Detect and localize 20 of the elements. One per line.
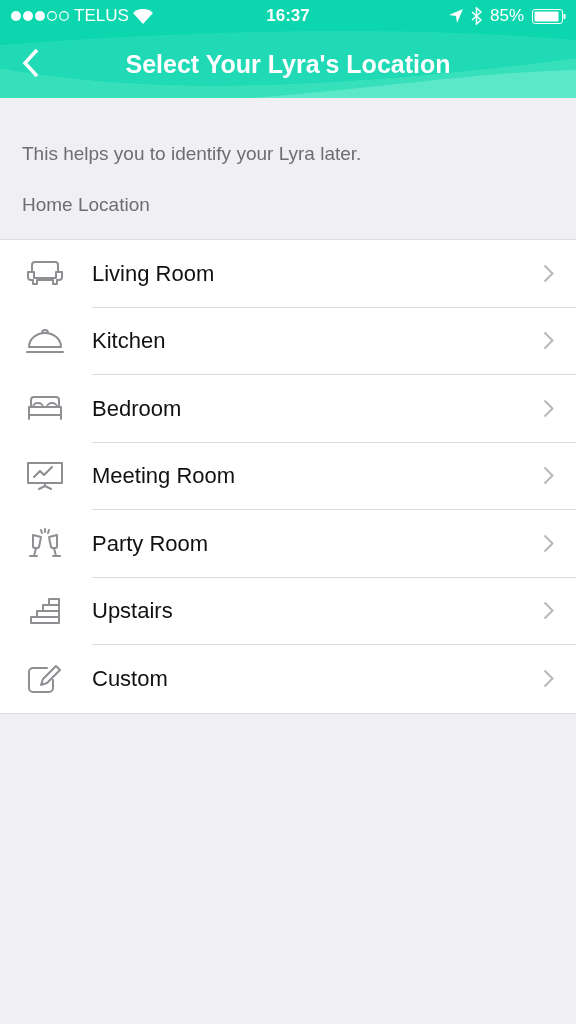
carrier-name: TELUS — [74, 5, 129, 28]
clock-time: 16:37 — [266, 5, 310, 28]
wifi-icon — [132, 8, 153, 24]
back-chevron-icon — [22, 48, 40, 78]
back-button[interactable] — [22, 48, 40, 78]
section-header: Home Location — [21, 192, 151, 217]
chevron-right-icon — [543, 263, 554, 283]
chevron-right-icon — [543, 533, 554, 553]
location-arrow-icon — [449, 9, 463, 23]
battery-percent: 85% — [490, 5, 524, 28]
intro-text: This helps you to identify your Lyra later. — [21, 142, 363, 166]
screen-title: Select Your Lyra's Location — [125, 49, 451, 81]
signal-icon — [10, 10, 70, 22]
chevron-right-icon — [543, 466, 554, 486]
chevron-right-icon — [543, 331, 554, 351]
bluetooth-icon — [471, 7, 482, 25]
chevron-right-icon — [543, 601, 554, 621]
chevron-right-icon — [543, 398, 554, 418]
chevron-right-icon — [543, 669, 554, 689]
battery-icon — [532, 8, 566, 24]
